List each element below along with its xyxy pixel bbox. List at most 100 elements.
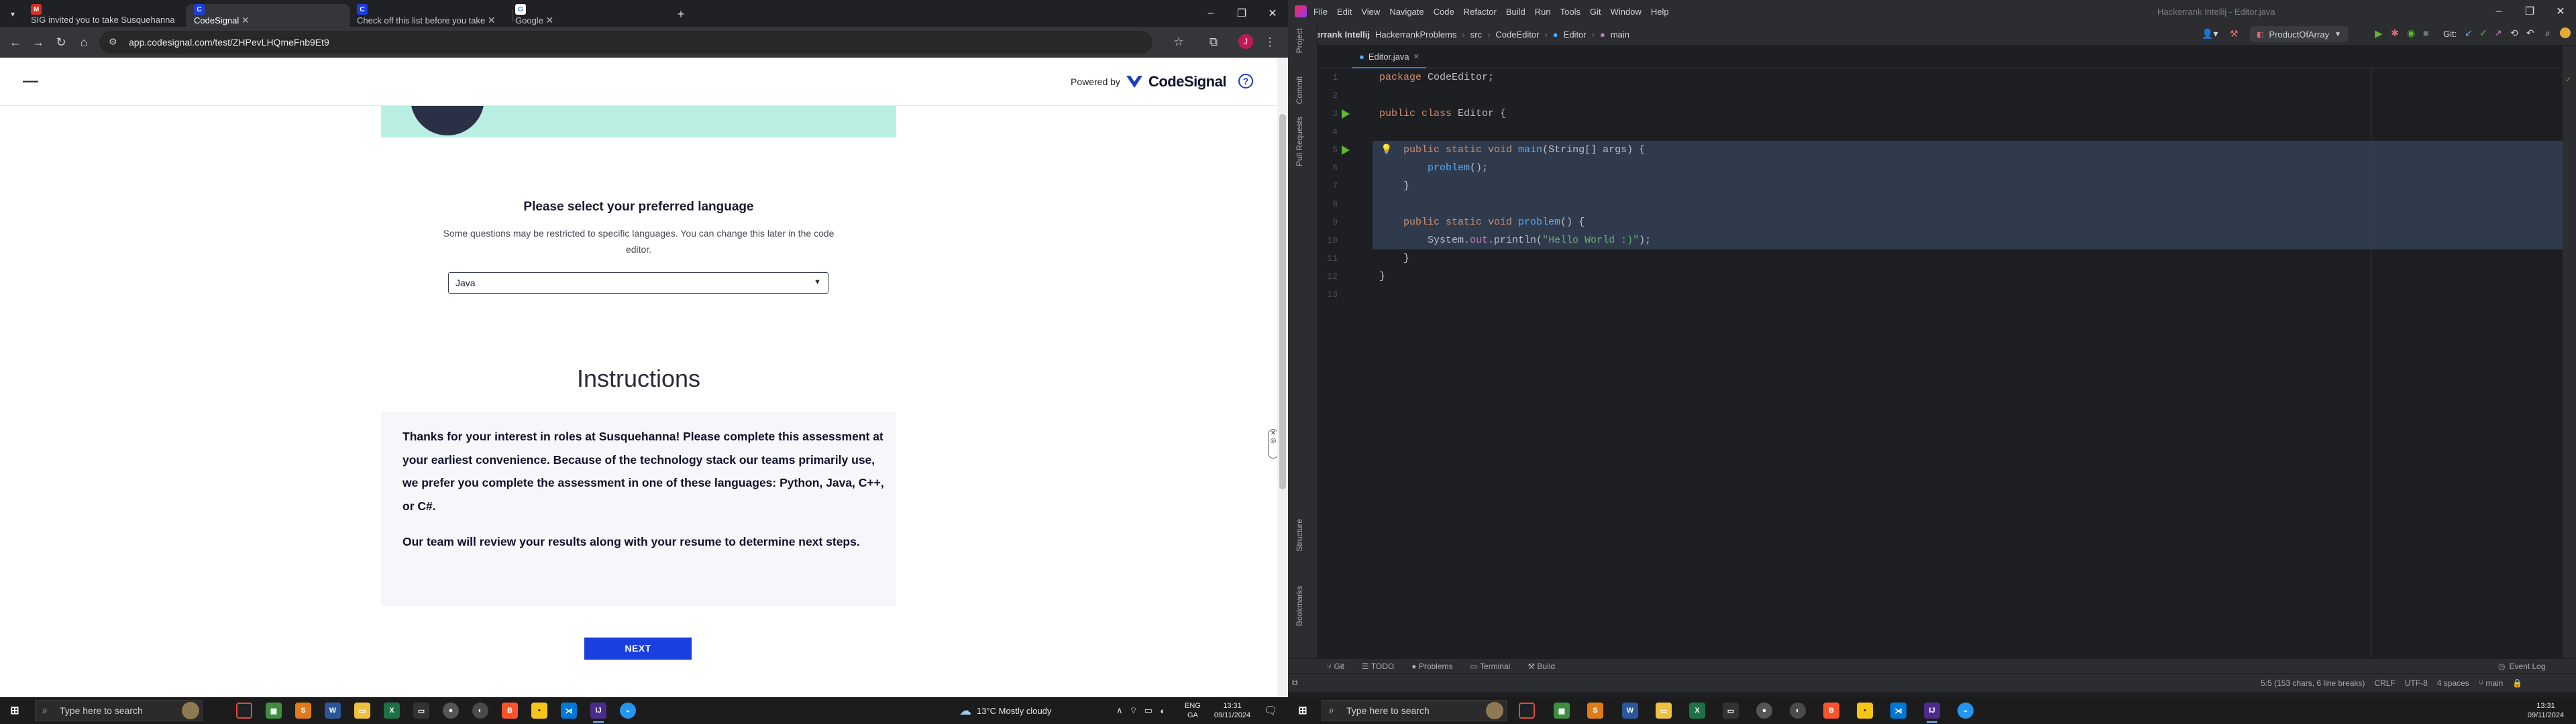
menu-view[interactable]: View xyxy=(1361,7,1380,17)
excel-taskbar-icon[interactable]: X xyxy=(1689,703,1705,719)
close-tab-icon[interactable]: ✕ xyxy=(241,15,250,25)
windows-start-icon[interactable]: ⊞ xyxy=(7,703,23,719)
debug-icon[interactable]: ✱ xyxy=(2391,27,2399,39)
stop-icon[interactable]: ■ xyxy=(2423,27,2428,38)
caret-position[interactable]: 5:5 (153 chars, 6 line breaks) xyxy=(2261,678,2365,688)
breadcrumb-src[interactable]: src xyxy=(1470,29,1482,40)
terminal-taskbar-icon[interactable]: ▭ xyxy=(413,703,429,719)
reload-icon[interactable]: ↻ xyxy=(51,32,71,52)
run-class-gutter-icon[interactable] xyxy=(1342,109,1350,119)
vscode-taskbar-icon[interactable]: ⋊ xyxy=(1890,703,1907,719)
updates-icon[interactable] xyxy=(2560,27,2571,38)
breadcrumb-package[interactable]: CodeEditor xyxy=(1495,29,1539,40)
word-taskbar-icon[interactable]: W xyxy=(1622,703,1638,719)
address-bar[interactable]: ⚙ app.codesignal.com/test/ZHPevLHQmeFnb9… xyxy=(99,31,1152,54)
app-taskbar-icon[interactable]: ▦ xyxy=(1554,703,1570,719)
tab-search-icon[interactable]: ▾ xyxy=(3,4,23,24)
notification-icon[interactable]: 🗨 xyxy=(1264,704,1277,717)
notes-taskbar-icon[interactable]: ▪ xyxy=(1857,703,1873,719)
menu-refactor[interactable]: Refactor xyxy=(1464,7,1497,17)
browser-tab-sig[interactable]: M SIG invited you to take Susquehanna ✕ xyxy=(23,4,187,36)
bottom-tab-problems[interactable]: ● Problems xyxy=(1411,662,1452,671)
docker-taskbar-icon[interactable]: ◒ xyxy=(620,703,636,719)
breadcrumb-method[interactable]: main xyxy=(1611,29,1629,40)
history-icon[interactable]: ⟲ xyxy=(2510,27,2518,39)
app-taskbar-icon[interactable]: ● xyxy=(1756,703,1772,719)
explorer-taskbar-icon[interactable]: ▭ xyxy=(1656,703,1672,719)
indent-setting[interactable]: 4 spaces xyxy=(2437,678,2469,688)
vscode-taskbar-icon[interactable]: ⋊ xyxy=(561,703,577,719)
weather-widget[interactable]: ☁ 13°C Mostly cloudy xyxy=(959,703,1051,719)
hammer-icon[interactable]: ⚒ xyxy=(2230,28,2239,40)
browser-tab-checklist[interactable]: C Check off this list before you take ✕ xyxy=(349,4,513,27)
bottom-tab-todo[interactable]: ☰ TODO xyxy=(1362,662,1394,671)
sublime-taskbar-icon[interactable]: S xyxy=(1587,703,1603,719)
bottom-tab-terminal[interactable]: ▭ Terminal xyxy=(1470,662,1511,671)
menu-help[interactable]: Help xyxy=(1651,7,1669,17)
line-separator[interactable]: CRLF xyxy=(2374,678,2395,688)
pull-requests-tool-tab[interactable]: Pull Requests xyxy=(1295,117,1304,166)
close-window-icon[interactable]: ✕ xyxy=(2545,0,2576,23)
docker-taskbar-icon[interactable]: ◒ xyxy=(1957,703,1974,719)
user-icon[interactable]: 👤▾ xyxy=(2202,28,2218,40)
inspection-ok-icon[interactable]: ✓ xyxy=(2565,75,2571,84)
git-update-icon[interactable]: ↙ xyxy=(2465,27,2473,39)
run-main-gutter-icon[interactable] xyxy=(1342,145,1350,155)
help-icon[interactable]: ? xyxy=(1238,74,1253,88)
forward-icon[interactable]: → xyxy=(28,32,48,52)
notes-taskbar-icon[interactable]: ▪ xyxy=(531,703,547,719)
scrollbar-thumb[interactable] xyxy=(1279,114,1286,489)
browser-tab-codesignal[interactable]: C CodeSignal ✕ xyxy=(186,4,350,27)
brave-taskbar-icon[interactable]: B xyxy=(502,703,518,719)
minimize-icon[interactable]: – xyxy=(1195,0,1226,27)
rollback-icon[interactable]: ↶ xyxy=(2526,27,2534,39)
project-tool-tab[interactable]: Project xyxy=(1295,28,1304,53)
git-branch-status[interactable]: ⑂ main xyxy=(2479,678,2504,688)
menu-run[interactable]: Run xyxy=(1535,7,1551,17)
extensions-icon[interactable]: ⧉ xyxy=(1203,32,1224,52)
network-icon[interactable]: ⌔ xyxy=(1130,705,1138,716)
tab-editor-java[interactable]: ● Editor.java ✕ xyxy=(1352,46,1426,68)
home-icon[interactable]: ⌂ xyxy=(74,32,94,52)
clock[interactable]: 13:31 09/11/2024 xyxy=(2522,701,2569,720)
profile-avatar[interactable]: J xyxy=(1238,34,1253,49)
bookmarks-tool-tab[interactable]: Bookmarks xyxy=(1295,586,1304,626)
git-push-icon[interactable]: ↗ xyxy=(2494,27,2502,39)
restore-icon[interactable]: ❐ xyxy=(1226,0,1257,27)
language-select[interactable]: Java ▼ xyxy=(448,272,828,294)
chrome-taskbar-icon[interactable] xyxy=(1519,703,1535,719)
next-button[interactable]: NEXT xyxy=(584,638,692,660)
app-taskbar-icon[interactable]: ▦ xyxy=(266,703,282,719)
brave-taskbar-icon[interactable]: B xyxy=(1823,703,1839,719)
word-taskbar-icon[interactable]: W xyxy=(325,703,341,719)
app-taskbar-icon[interactable]: ● xyxy=(443,703,459,719)
back-icon[interactable]: ← xyxy=(5,32,25,52)
chrome-taskbar-icon[interactable] xyxy=(236,703,252,719)
coverage-icon[interactable]: ◉ xyxy=(2407,27,2415,39)
event-log-tab[interactable]: ◷ Event Log xyxy=(2498,659,2546,674)
app-taskbar-icon[interactable]: ◐ xyxy=(472,703,488,719)
volume-icon[interactable]: ◖ xyxy=(1159,706,1165,716)
more-menu-icon[interactable]: ⋮ xyxy=(1260,32,1280,52)
close-tab-icon[interactable]: ✕ xyxy=(546,15,554,25)
site-info-icon[interactable]: ⚙ xyxy=(109,36,121,48)
menu-window[interactable]: Window xyxy=(1611,7,1642,17)
commit-tool-tab[interactable]: Commit xyxy=(1295,76,1304,104)
clock[interactable]: 13:31 09/11/2024 xyxy=(1209,701,1256,720)
menu-code[interactable]: Code xyxy=(1434,7,1454,17)
restore-icon[interactable]: ❐ xyxy=(2514,0,2545,23)
tool-windows-icon[interactable]: ⧉ xyxy=(1292,678,1298,688)
taskbar-search-input[interactable]: ⌕ Type here to search xyxy=(35,700,203,721)
menu-tools[interactable]: Tools xyxy=(1560,7,1580,17)
file-encoding[interactable]: UTF-8 xyxy=(2405,678,2428,688)
breadcrumb-module[interactable]: HackerrankProblems xyxy=(1375,29,1456,40)
battery-icon[interactable]: ▭ xyxy=(1144,705,1152,716)
lock-icon[interactable]: 🔒 xyxy=(2512,678,2522,688)
app-taskbar-icon[interactable]: ◐ xyxy=(1790,703,1806,719)
excel-taskbar-icon[interactable]: X xyxy=(384,703,400,719)
new-tab-icon[interactable]: + xyxy=(671,4,691,24)
sublime-taskbar-icon[interactable]: S xyxy=(295,703,311,719)
code-editor[interactable]: 💡 package CodeEditor; public class Edito… xyxy=(1373,68,2576,658)
menu-navigate[interactable]: Navigate xyxy=(1389,7,1424,17)
menu-edit[interactable]: Edit xyxy=(1337,7,1352,17)
